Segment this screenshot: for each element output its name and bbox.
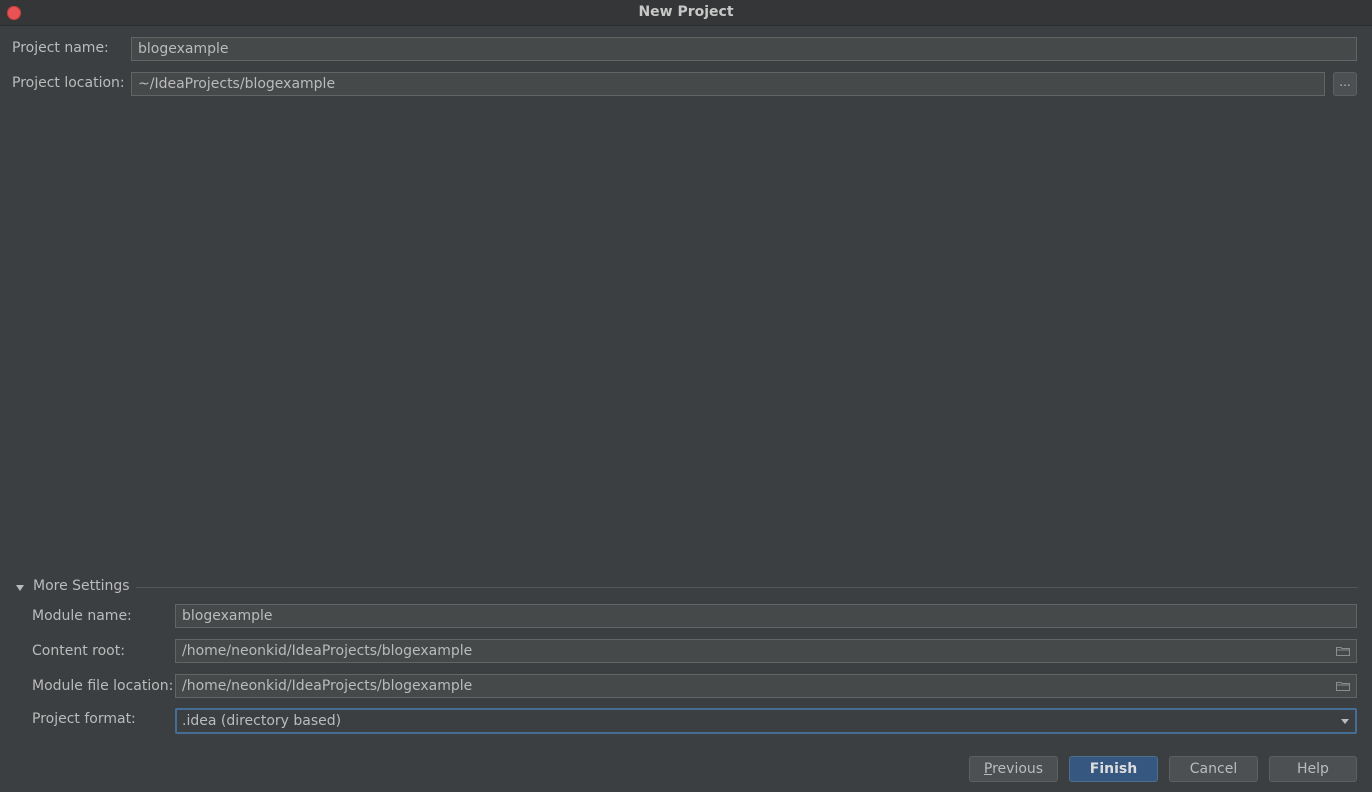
folder-icon[interactable] <box>1336 646 1350 656</box>
folder-icon[interactable] <box>1336 681 1350 691</box>
cancel-button[interactable]: Cancel <box>1169 756 1258 782</box>
project-location-label: Project location: <box>12 75 125 91</box>
chevron-down-icon <box>16 585 24 591</box>
content-root-input[interactable]: /home/neonkid/IdeaProjects/blogexample <box>175 639 1357 663</box>
project-name-input[interactable]: blogexample <box>131 37 1357 61</box>
finish-button[interactable]: Finish <box>1069 756 1158 782</box>
browse-location-button[interactable]: ... <box>1333 72 1357 96</box>
module-file-location-value: /home/neonkid/IdeaProjects/blogexample <box>182 678 473 694</box>
dropdown-arrow-icon <box>1341 719 1349 724</box>
window-title: New Project <box>638 4 734 20</box>
project-format-label: Project format: <box>32 711 136 727</box>
content-root-label: Content root: <box>32 643 125 659</box>
project-format-value: .idea (directory based) <box>182 713 342 729</box>
new-project-dialog: New Project Project name: blogexample Pr… <box>0 0 1372 792</box>
section-divider <box>136 587 1358 588</box>
module-name-input[interactable]: blogexample <box>175 604 1357 628</box>
module-file-location-label: Module file location: <box>32 678 174 694</box>
module-file-location-input[interactable]: /home/neonkid/IdeaProjects/blogexample <box>175 674 1357 698</box>
help-button[interactable]: Help <box>1269 756 1357 782</box>
previous-button[interactable]: Previous <box>969 756 1058 782</box>
title-bar: New Project <box>0 0 1372 26</box>
project-location-input[interactable]: ~/IdeaProjects/blogexample <box>131 72 1325 96</box>
more-settings-label: More Settings <box>33 578 130 594</box>
project-format-select[interactable]: .idea (directory based) <box>175 708 1357 734</box>
project-name-label: Project name: <box>12 40 109 56</box>
module-name-label: Module name: <box>32 608 132 624</box>
content-root-value: /home/neonkid/IdeaProjects/blogexample <box>182 643 473 659</box>
